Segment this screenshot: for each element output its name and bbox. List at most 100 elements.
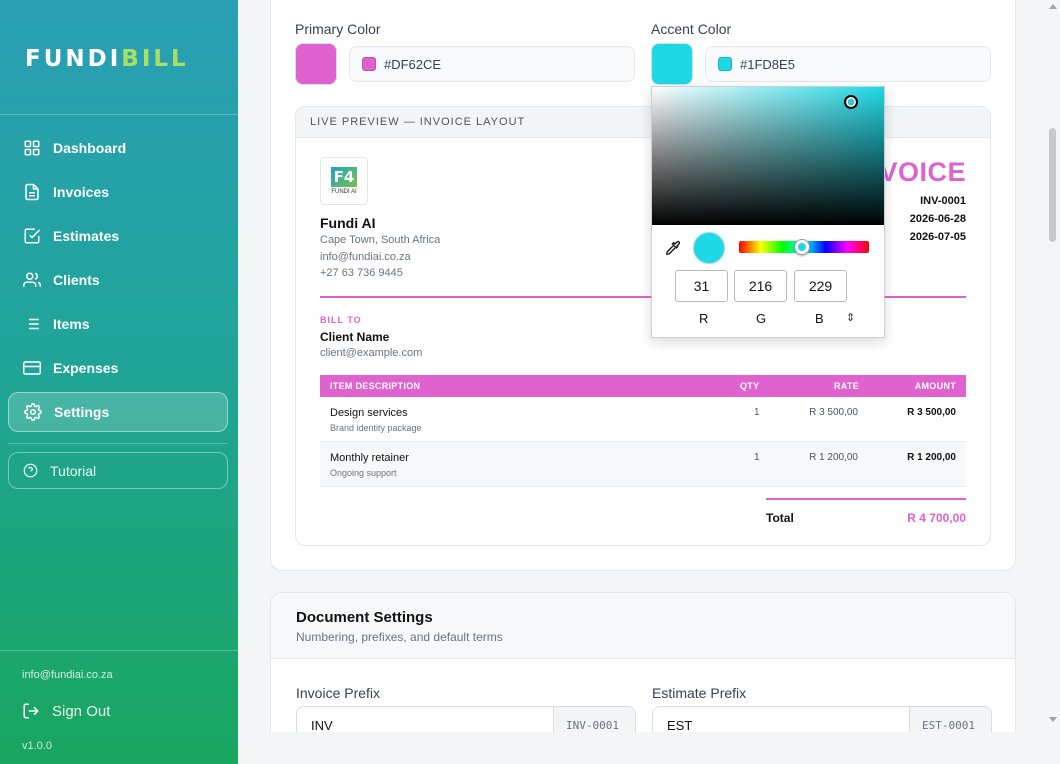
invoice-prefix-value: INV — [311, 718, 333, 733]
sidebar-item-label: Settings — [54, 404, 110, 420]
invoice-date: 2026-06-28 — [909, 213, 966, 225]
logo-part-1: FUNDI — [25, 46, 122, 72]
primary-color-label: Primary Color — [295, 21, 381, 37]
client-email: client@example.com — [320, 347, 423, 359]
hue-slider-handle[interactable] — [794, 239, 810, 255]
color-mode-toggle[interactable]: ⇕ — [846, 311, 855, 324]
sidebar-divider — [8, 443, 228, 444]
logo-mark: F4 — [330, 167, 358, 187]
file-icon — [25, 183, 39, 201]
blue-label: B — [815, 311, 824, 326]
primary-color-value: #DF62CE — [384, 56, 442, 72]
sidebar-item-clients[interactable]: Clients — [8, 260, 228, 300]
accent-color-chip — [718, 57, 732, 71]
row-description: Monthly retainer — [330, 452, 409, 464]
sidebar-item-expenses[interactable]: Expenses — [8, 348, 228, 388]
tutorial-button[interactable]: Tutorial — [8, 452, 228, 489]
total-value: R 4 700,00 — [907, 511, 966, 525]
sidebar-item-invoices[interactable]: Invoices — [8, 172, 228, 212]
row-qty: 1 — [754, 452, 760, 463]
sidebar-item-settings[interactable]: Settings — [8, 392, 228, 432]
col-qty: QTY — [740, 381, 760, 391]
sidebar-item-label: Estimates — [53, 228, 120, 244]
row-subtext: Ongoing support — [330, 468, 397, 478]
red-label: R — [699, 311, 709, 326]
sidebar: FUNDIBILL Dashboard Invoices Estimates C… — [0, 0, 238, 764]
client-name: Client Name — [320, 330, 390, 344]
sidebar-divider — [0, 650, 238, 651]
invoice-number: INV-0001 — [920, 195, 966, 207]
tutorial-label: Tutorial — [50, 462, 97, 479]
sidebar-item-dashboard[interactable]: Dashboard — [8, 128, 228, 168]
company-name: Fundi AI — [320, 215, 376, 231]
scrollbar[interactable] — [1046, 0, 1060, 732]
primary-color-input[interactable]: #DF62CE — [349, 46, 635, 82]
invoice-title: VOICE — [879, 157, 966, 187]
version-label: v1.0.0 — [22, 740, 52, 752]
accent-color-label: Accent Color — [651, 21, 732, 37]
bill-to-label: BILL TO — [320, 315, 362, 325]
row-rate: R 1 200,00 — [809, 452, 858, 463]
scroll-up-arrow[interactable] — [1049, 4, 1057, 9]
company-logo: F4 FUNDI AI — [320, 157, 368, 205]
accent-color-swatch[interactable] — [651, 43, 693, 85]
estimate-prefix-label: Estimate Prefix — [652, 685, 747, 701]
total-rule — [766, 498, 966, 500]
sidebar-item-label: Clients — [53, 272, 100, 288]
total-label: Total — [766, 511, 794, 525]
sidebar-item-label: Expenses — [53, 360, 119, 376]
app-logo[interactable]: FUNDIBILL — [25, 46, 189, 72]
sidebar-item-label: Dashboard — [53, 140, 127, 156]
credit-card-icon — [23, 361, 41, 375]
invoice-prefix-label: Invoice Prefix — [296, 685, 381, 701]
green-label: G — [756, 311, 767, 326]
check-square-icon — [24, 228, 41, 244]
row-description: Design services — [330, 407, 408, 419]
list-icon — [25, 318, 39, 330]
card-header: Document Settings Numbering, prefixes, a… — [271, 593, 1015, 659]
log-out-icon — [23, 703, 39, 719]
sign-out-label: Sign Out — [52, 702, 111, 720]
sidebar-item-items[interactable]: Items — [8, 304, 228, 344]
help-circle-icon — [23, 463, 38, 478]
col-rate: RATE — [834, 381, 860, 391]
table-row: Monthly retainer Ongoing support 1 R 1 2… — [320, 442, 966, 487]
grid-icon — [24, 140, 40, 156]
row-amount: R 1 200,00 — [907, 452, 956, 463]
sidebar-divider — [0, 114, 238, 115]
estimate-prefix-value: EST — [667, 718, 693, 733]
sidebar-item-label: Items — [53, 316, 90, 332]
row-rate: R 3 500,00 — [809, 407, 858, 418]
blue-input[interactable]: 229 — [794, 270, 847, 302]
user-email: info@fundiai.co.za — [22, 669, 113, 681]
sidebar-item-estimates[interactable]: Estimates — [8, 216, 228, 256]
row-amount: R 3 500,00 — [907, 407, 956, 418]
bottom-strip — [238, 732, 1060, 764]
company-address: Cape Town, South Africa — [320, 234, 441, 246]
logo-caption: FUNDI AI — [331, 189, 357, 195]
section-subtitle: Numbering, prefixes, and default terms — [296, 630, 503, 644]
scrollbar-thumb[interactable] — [1049, 128, 1056, 242]
saturation-value-handle[interactable] — [844, 95, 858, 109]
row-subtext: Brand identity package — [330, 423, 422, 433]
eyedropper-icon[interactable] — [665, 240, 681, 256]
gear-icon — [24, 403, 42, 421]
users-icon — [23, 272, 41, 287]
col-description: ITEM DESCRIPTION — [330, 381, 421, 391]
col-amount: AMOUNT — [914, 381, 956, 391]
color-picker-popup: 31 216 229 R G B ⇕ — [651, 86, 885, 338]
preview-header: LIVE PREVIEW — INVOICE LAYOUT — [296, 107, 990, 138]
primary-color-chip — [362, 57, 376, 71]
sign-out-button[interactable]: Sign Out — [22, 702, 110, 720]
invoice-preview: LIVE PREVIEW — INVOICE LAYOUT F4 FUNDI A… — [295, 106, 991, 546]
company-email: info@fundiai.co.za — [320, 251, 411, 263]
accent-color-input[interactable]: #1FD8E5 — [705, 46, 991, 82]
green-input[interactable]: 216 — [734, 270, 787, 302]
red-input[interactable]: 31 — [675, 270, 728, 302]
accent-color-value: #1FD8E5 — [740, 56, 795, 72]
primary-color-swatch[interactable] — [295, 43, 337, 85]
row-qty: 1 — [754, 407, 760, 418]
scroll-down-arrow[interactable] — [1049, 717, 1057, 722]
items-table-header: ITEM DESCRIPTION QTY RATE AMOUNT — [320, 375, 966, 397]
current-color-preview — [693, 232, 725, 264]
